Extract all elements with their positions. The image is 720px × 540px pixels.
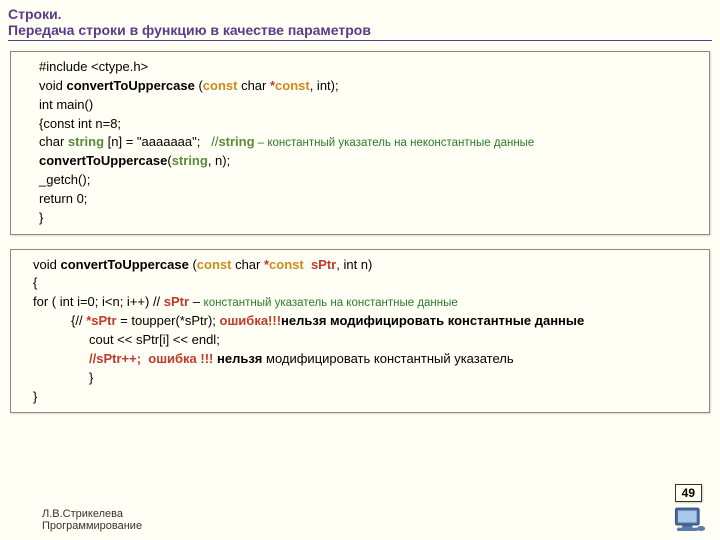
code-line: //sPtr++; ошибка !!! нельзя модифицирова…: [33, 350, 701, 369]
code-line: return 0;: [39, 190, 701, 209]
code-line: for ( int i=0; i<n; i++) // sPtr – конст…: [33, 293, 701, 312]
var-sptr: *sPtr: [86, 313, 116, 328]
keyword-const: const: [269, 257, 311, 272]
error-label: ошибка!!!: [220, 313, 282, 328]
keyword-string: string: [68, 134, 104, 149]
code-line: {// *sPtr = toupper(*sPtr); ошибка!!!нел…: [33, 312, 701, 331]
code-line: convertToUppercase(string, n);: [39, 152, 701, 171]
code-line: {: [33, 274, 701, 293]
title-line2: Передача строки в функцию в качестве пар…: [8, 22, 712, 41]
code-line: char string [n] = "ааааааа"; //string – …: [39, 133, 701, 152]
code-line: #include <ctype.h>: [39, 58, 701, 77]
code-line: void convertToUppercase (const char *con…: [33, 256, 701, 275]
footer: Л.В.Стрикелева Программирование: [42, 508, 142, 532]
keyword-const: const: [203, 78, 238, 93]
code-line: {const int n=8;: [39, 115, 701, 134]
code-line: cout << sPtr[i] << endl;: [33, 331, 701, 350]
var-sptr: sPtr: [164, 294, 189, 309]
func-name: convertToUppercase: [39, 153, 167, 168]
func-name: convertToUppercase: [60, 257, 188, 272]
error-label: ошибка !!!: [141, 351, 217, 366]
var-sptr: sPtr: [311, 257, 336, 272]
slide-title: Строки. Передача строки в функцию в каче…: [8, 6, 712, 43]
comment: – константный указатель на неконстантные…: [255, 137, 535, 149]
code-line: _getch();: [39, 171, 701, 190]
code-box-1: #include <ctype.h> void convertToUpperca…: [10, 51, 710, 235]
code-line: void convertToUppercase (const char *con…: [39, 77, 701, 96]
footer-course: Программирование: [42, 520, 142, 532]
keyword-const: const: [197, 257, 232, 272]
comment: константный указатель на константные дан…: [204, 297, 458, 309]
keyword-const: const: [275, 78, 310, 93]
footer-author: Л.В.Стрикелева: [42, 508, 142, 520]
computer-icon: [672, 506, 706, 534]
code-line: }: [33, 388, 701, 407]
func-name: convertToUppercase: [66, 78, 194, 93]
code-line: int main(): [39, 96, 701, 115]
page-number: 49: [675, 484, 702, 502]
title-line1: Строки.: [8, 6, 712, 22]
code-line: }: [39, 209, 701, 228]
code-box-2: void convertToUppercase (const char *con…: [10, 249, 710, 414]
code-line: }: [33, 369, 701, 388]
var-sptr: //sPtr++;: [89, 351, 141, 366]
keyword-string: string: [172, 153, 208, 168]
